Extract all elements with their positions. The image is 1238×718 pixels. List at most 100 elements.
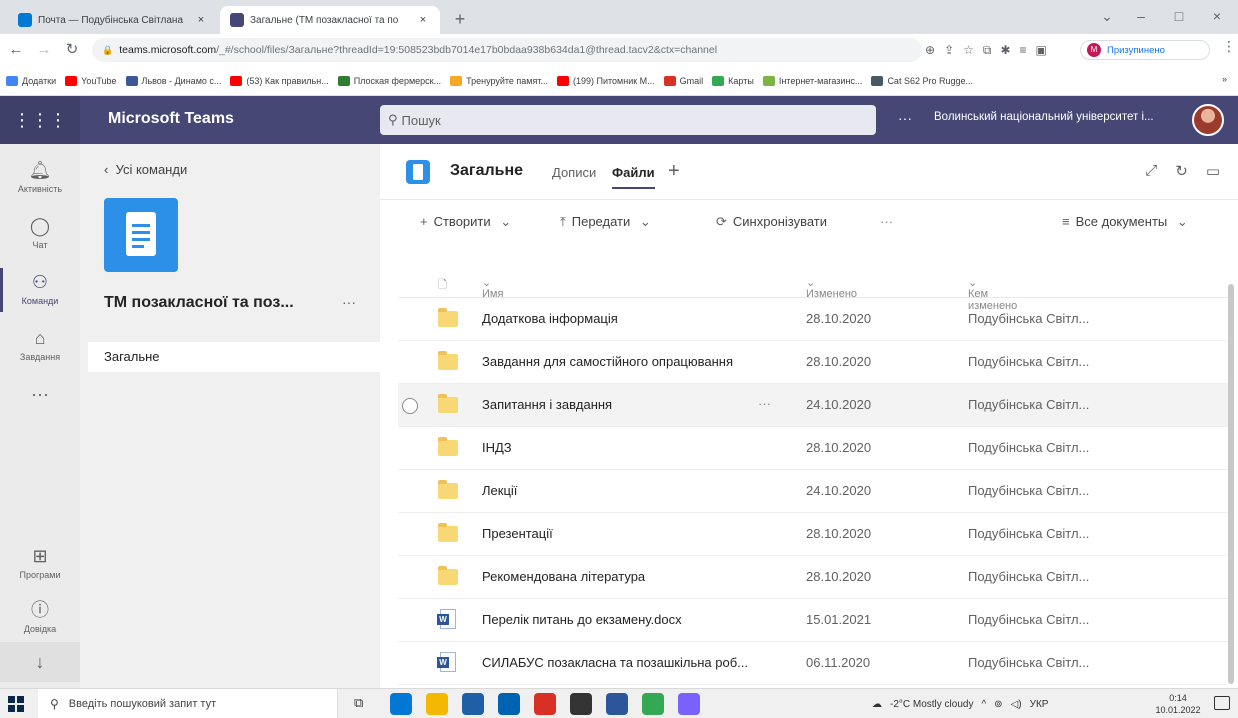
bookmark-item[interactable]: Тренуруйте памят...	[450, 75, 548, 86]
browser-tab-teams[interactable]: Загальне (ТМ позакласної та по ×	[220, 6, 440, 34]
volume-icon[interactable]: ◁)	[1011, 699, 1022, 710]
bookmark-item[interactable]: Додатки	[6, 75, 56, 86]
file-name[interactable]: Презентації	[482, 526, 792, 541]
bookmark-item[interactable]: (199) Питомник М...	[557, 75, 655, 86]
org-name[interactable]: Волинський національний університет і...	[934, 111, 1178, 123]
channel-item-general[interactable]: Загальне	[88, 342, 380, 372]
team-more-icon[interactable]: ···	[342, 294, 356, 310]
file-row[interactable]: Лекції 24.10.2020 Подубінська Світл...	[398, 470, 1228, 513]
rail-apps[interactable]: ⊞ Програми	[0, 536, 80, 592]
bookmark-item[interactable]: Інтернет-магазинс...	[762, 75, 862, 86]
star-icon[interactable]: ☆	[963, 43, 974, 57]
taskbar-app-icon[interactable]	[606, 693, 628, 715]
more-commands-icon[interactable]: ···	[880, 214, 893, 229]
clock[interactable]: 0:14 10.01.2022	[1150, 692, 1206, 716]
share-icon[interactable]: ⇪	[944, 43, 954, 57]
close-window-button[interactable]: ×	[1200, 4, 1234, 28]
bookmarks-more-icon[interactable]: »	[1222, 74, 1227, 84]
maximize-button[interactable]: □	[1162, 4, 1196, 28]
add-tab-button[interactable]: +	[668, 160, 680, 183]
taskbar-app-icon[interactable]	[534, 693, 556, 715]
file-row[interactable]: Презентації 28.10.2020 Подубінська Світл..…	[398, 513, 1228, 556]
file-name[interactable]: Лекції	[482, 483, 792, 498]
file-row[interactable]: Рекомендована література 28.10.2020 Подубі…	[398, 556, 1228, 599]
file-row[interactable]: Додаткова інформація 28.10.2020 Подубінськ…	[398, 298, 1228, 341]
rail-assignments[interactable]: ⌂ Завдання	[0, 318, 80, 374]
file-row[interactable]: Запитання і завдання ··· 24.10.2020 Подубін…	[398, 384, 1228, 427]
taskbar-app-icon[interactable]	[642, 693, 664, 715]
taskbar-app-icon[interactable]	[462, 693, 484, 715]
bookmark-item[interactable]: Gmail	[663, 75, 703, 86]
rail-help[interactable]: ⓘ Довідка	[0, 590, 80, 646]
user-avatar[interactable]	[1192, 104, 1224, 136]
close-icon[interactable]: ×	[194, 14, 208, 26]
rail-activity[interactable]: 🔔︎ Активність	[0, 150, 80, 206]
network-icon[interactable]: ⊚	[994, 699, 1002, 710]
more-options-icon[interactable]: ···	[898, 110, 912, 126]
bookmark-item[interactable]: YouTube	[65, 75, 117, 86]
file-name[interactable]: Перелік питань до екзамену.docx	[482, 612, 792, 627]
row-more-icon[interactable]: ···	[758, 396, 771, 411]
browser-menu-icon[interactable]: ⋮	[1222, 38, 1236, 55]
close-icon[interactable]: ×	[416, 14, 430, 26]
file-name[interactable]: ІНДЗ	[482, 440, 792, 455]
column-modified-by[interactable]: Кем изменено ⌄	[968, 276, 1017, 312]
file-name[interactable]: Запитання і завдання	[482, 397, 792, 412]
profile-button[interactable]: M Призупинено	[1080, 40, 1210, 60]
browser-tab-mail[interactable]: Почта — Подубінська Світлана ×	[8, 6, 218, 34]
zoom-icon[interactable]: ⊕	[925, 43, 935, 57]
select-radio[interactable]	[402, 398, 418, 414]
bookmark-item[interactable]: (53) Как правильн...	[230, 75, 329, 86]
sidebar-icon[interactable]: ▣	[1036, 43, 1047, 57]
file-name[interactable]: Рекомендована література	[482, 569, 792, 584]
scrollbar[interactable]	[1228, 284, 1234, 684]
taskbar-app-icon[interactable]	[498, 693, 520, 715]
file-row[interactable]: Перелік питань до екзамену.docx 15.01.202…	[398, 599, 1228, 642]
rail-chat[interactable]: ◯ Чат	[0, 206, 80, 262]
file-name[interactable]: Додаткова інформація	[482, 311, 792, 326]
column-name[interactable]: Имя ⌄	[482, 276, 503, 300]
weather-text[interactable]: -2°C Mostly cloudy	[890, 699, 973, 710]
windows-start-icon[interactable]	[8, 696, 24, 712]
address-bar[interactable]: 🔒 teams.microsoft.com /_#/school/files/З…	[92, 38, 922, 62]
column-modified[interactable]: Изменено ⌄	[806, 276, 857, 300]
file-row[interactable]: СИЛАБУС позакласна та позашкільна роб...…	[398, 642, 1228, 685]
file-row[interactable]: Завдання для самостійного опрацювання 28.…	[398, 341, 1228, 384]
bookmark-item[interactable]: Cat S62 Pro Rugge...	[871, 75, 973, 86]
rail-more[interactable]: ···	[0, 374, 80, 408]
bookmark-item[interactable]: Львов - Динамо с...	[125, 75, 221, 86]
bookmark-item[interactable]: Плоская фермерск...	[337, 75, 441, 86]
sync-button[interactable]: ⟳ Синхронізувати	[716, 214, 827, 230]
taskbar-app-icon[interactable]	[390, 693, 412, 715]
taskbar-app-icon[interactable]	[426, 693, 448, 715]
new-tab-button[interactable]: +	[448, 8, 472, 30]
expand-icon[interactable]: ⤢	[1145, 162, 1157, 180]
all-teams-link[interactable]: ‹ Усі команди	[104, 162, 187, 177]
create-button[interactable]: + Створити ⌄	[420, 214, 517, 230]
reading-list-icon[interactable]: ≡	[1020, 43, 1027, 57]
file-row[interactable]: ІНДЗ 28.10.2020 Подубінська Світл...	[398, 427, 1228, 470]
minimize-button[interactable]: –	[1124, 4, 1158, 28]
back-arrow-icon[interactable]: ←	[4, 38, 28, 62]
meet-icon[interactable]: ▭	[1206, 162, 1220, 180]
forward-arrow-icon[interactable]: →	[32, 38, 56, 62]
upload-button[interactable]: ⤒ Передати ⌄	[560, 214, 657, 230]
extension-icon[interactable]: ⧉	[983, 43, 992, 58]
notifications-icon[interactable]	[1214, 696, 1230, 710]
file-name[interactable]: Завдання для самостійного опрацювання	[482, 354, 792, 369]
taskbar-app-icon[interactable]	[678, 693, 700, 715]
task-view-icon[interactable]: ⧉	[354, 695, 363, 711]
file-name[interactable]: СИЛАБУС позакласна та позашкільна роб...	[482, 655, 792, 670]
tab-search-button[interactable]: ⌄	[1090, 4, 1124, 28]
rail-download[interactable]: ↓	[0, 642, 80, 682]
reload-icon[interactable]: ↻	[60, 38, 84, 62]
rail-teams[interactable]: ⚇ Команди	[0, 262, 80, 318]
puzzle-icon[interactable]: ✱	[1000, 43, 1010, 57]
taskbar-search[interactable]: ⚲ Введіть пошуковий запит тут	[38, 689, 338, 718]
search-input[interactable]: ⚲ Пошук	[380, 105, 876, 135]
bookmark-item[interactable]: Карты	[712, 75, 754, 86]
language-indicator[interactable]: УКР	[1030, 699, 1049, 710]
tab-posts[interactable]: Дописи	[552, 165, 596, 180]
taskbar-app-icon[interactable]	[570, 693, 592, 715]
refresh-icon[interactable]: ↻	[1175, 162, 1188, 180]
